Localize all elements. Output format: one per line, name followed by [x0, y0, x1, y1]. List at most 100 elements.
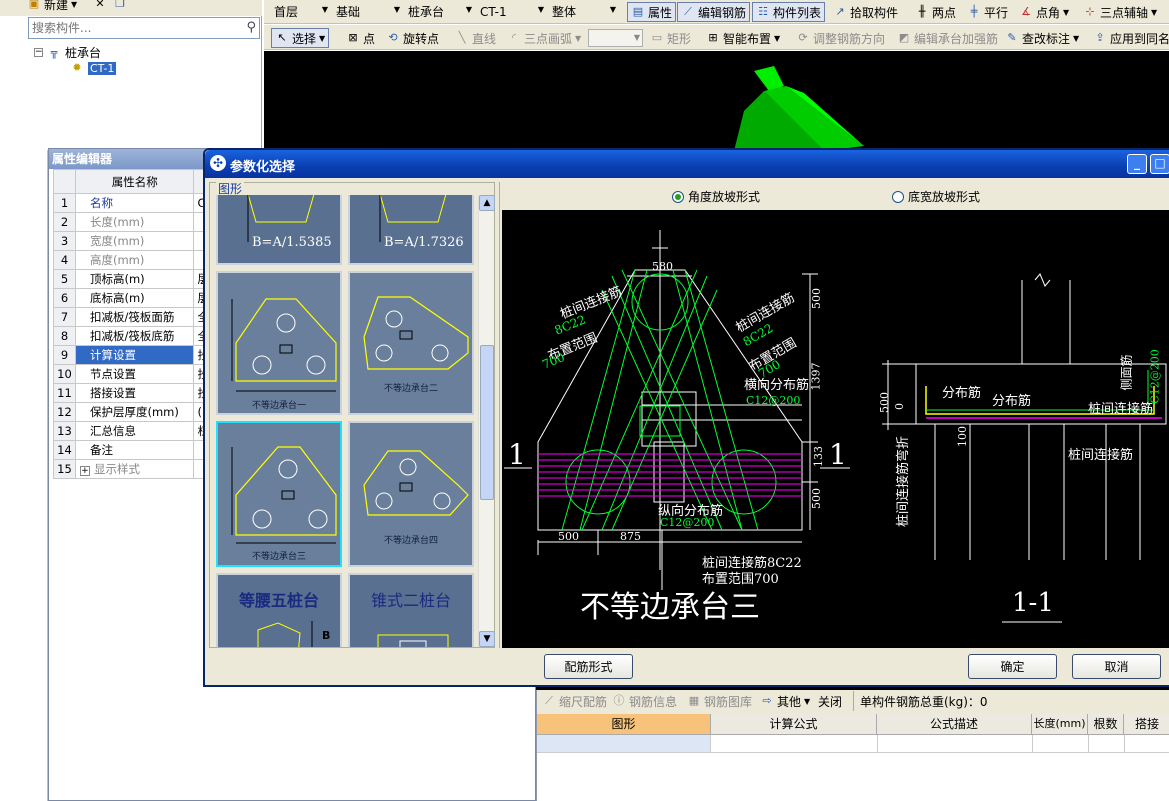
- collapse-icon[interactable]: −: [34, 48, 43, 57]
- property-row[interactable]: 1 名称 C: [53, 193, 213, 213]
- copy-button[interactable]: ❐: [110, 0, 130, 12]
- dim-500-horizontal: 500: [558, 530, 579, 543]
- edit-rebar-button[interactable]: ⟋ 编辑钢筋: [677, 2, 751, 22]
- row-number: 10: [53, 364, 76, 384]
- category-select[interactable]: 基础 ▼: [332, 2, 402, 21]
- rect-button[interactable]: ▭ 矩形: [647, 28, 694, 48]
- point-angle-button[interactable]: ∡ 点角 ▼: [1016, 2, 1072, 22]
- component-select[interactable]: CT-1 ▼: [476, 2, 546, 21]
- thumbnail-scrollbar[interactable]: ▲ ▼: [478, 195, 495, 647]
- three-point-aux-button[interactable]: ⊹ 三点辅轴 ▼: [1080, 2, 1160, 22]
- properties-button[interactable]: ▤ 属性: [627, 2, 677, 22]
- search-icon[interactable]: ⚲: [246, 20, 256, 35]
- axis-icon: ╫: [918, 5, 926, 18]
- property-row[interactable]: 12 保护层厚度(mm)(: [53, 402, 213, 422]
- scroll-thumb[interactable]: [480, 345, 494, 500]
- type-select[interactable]: 桩承台 ▼: [404, 2, 474, 21]
- property-row[interactable]: 10节点设置抄: [53, 364, 213, 384]
- cancel-button[interactable]: 取消: [1072, 654, 1161, 679]
- line-button[interactable]: ╲ 直线: [452, 28, 499, 48]
- check-label-button[interactable]: ✎ 查改标注 ▼: [1002, 28, 1082, 48]
- col-description: 公式描述: [877, 714, 1032, 734]
- adjust-rebar-dir-button[interactable]: ⟳ 调整钢筋方向: [793, 28, 888, 48]
- tree-child[interactable]: ✹ CT-1: [70, 61, 117, 75]
- shape-thumb-2[interactable]: B=A/1.7326: [348, 195, 474, 265]
- delete-button[interactable]: ✕: [90, 0, 110, 12]
- maximize-button[interactable]: □: [1150, 154, 1169, 174]
- property-row[interactable]: 15 + 显示样式: [53, 459, 213, 479]
- section-side-c12: C12@200: [1148, 349, 1162, 404]
- parallel-button[interactable]: ╪ 平行: [964, 2, 1011, 22]
- parallel-icon: ╪: [970, 5, 978, 18]
- rebar-table-row[interactable]: [537, 735, 1169, 753]
- property-row[interactable]: 6底标高(m)层: [53, 288, 213, 308]
- radio-width-slope[interactable]: 底宽放坡形式: [892, 188, 980, 205]
- shape-thumb-unequal-3[interactable]: 不等边承台三: [216, 421, 342, 567]
- point-icon: ⊠: [348, 31, 358, 44]
- property-row[interactable]: 8扣减板/筏板底筋全: [53, 326, 213, 346]
- property-row[interactable]: 9计算设置抄: [53, 345, 213, 365]
- other-button[interactable]: ⇨ 其他 ▼: [757, 691, 813, 711]
- shape-thumb-unequal-1[interactable]: 不等边承台一: [216, 271, 342, 415]
- pick-component-button[interactable]: ↗ 拾取构件: [830, 2, 901, 22]
- row-number: 8: [53, 326, 76, 346]
- rebar-library-button[interactable]: ▦ 钢筋图库: [684, 691, 755, 711]
- cursor-icon: ↖: [277, 31, 287, 44]
- property-name: 顶标高(m): [74, 269, 195, 289]
- property-row[interactable]: 5顶标高(m)层: [53, 269, 213, 289]
- expand-icon[interactable]: +: [79, 466, 90, 476]
- property-row[interactable]: 7扣减板/筏板面筋全: [53, 307, 213, 327]
- rotate-icon: ⟲: [388, 31, 398, 44]
- two-points-button[interactable]: ╫ 两点: [912, 2, 959, 22]
- viewport-3d[interactable]: [264, 51, 1169, 151]
- radio-angle-slope[interactable]: 角度放坡形式: [672, 188, 760, 205]
- shape-thumb-1[interactable]: B=A/1.5385: [216, 195, 342, 265]
- property-row[interactable]: 14 备注: [53, 440, 213, 460]
- close-button[interactable]: 关闭: [815, 691, 845, 711]
- edit-reinforce-button[interactable]: ◩ 编辑承台加强筋: [894, 28, 1001, 48]
- smart-layout-button[interactable]: ⊞ 智能布置 ▼: [703, 28, 783, 48]
- rebar-info-button[interactable]: ⓘ 钢筋信息: [609, 691, 680, 711]
- property-name: 搭接设置: [74, 383, 195, 403]
- rebar-form-button[interactable]: 配筋形式: [544, 654, 633, 679]
- property-row[interactable]: 2 长度(mm): [53, 212, 213, 232]
- ok-button[interactable]: 确定: [968, 654, 1057, 679]
- rebar-table-header: 图形 计算公式 公式描述 长度(mm) 根数 搭接: [537, 714, 1169, 735]
- scroll-down-button[interactable]: ▼: [479, 631, 495, 647]
- shape-thumb-unequal-2[interactable]: 不等边承台二: [348, 271, 474, 415]
- property-row[interactable]: 4 高度(mm): [53, 250, 213, 270]
- search-input[interactable]: [29, 18, 234, 38]
- property-row[interactable]: 11搭接设置抄: [53, 383, 213, 403]
- rotate-point-button[interactable]: ⟲ 旋转点: [383, 28, 442, 48]
- new-button[interactable]: ▣ 新建 ▼: [24, 0, 80, 12]
- floor-select[interactable]: 首层 ▼: [270, 2, 330, 21]
- shape-thumb-cone-2[interactable]: 锥式二桩台: [348, 573, 474, 647]
- property-row[interactable]: 3 宽度(mm): [53, 231, 213, 251]
- label-c12-vertical: C12@200: [660, 516, 715, 529]
- col-length: 长度(mm): [1032, 714, 1088, 734]
- minimize-icon: _: [1134, 156, 1140, 170]
- apply-same-button[interactable]: ⇪ 应用到同名: [1090, 28, 1169, 48]
- scope-select[interactable]: 整体 ▼: [548, 2, 618, 21]
- shape-combo[interactable]: ▼: [588, 29, 643, 47]
- col-shape: 图形: [537, 714, 711, 734]
- component-list-button[interactable]: ☷ 构件列表: [752, 2, 826, 22]
- minimize-button[interactable]: _: [1127, 154, 1147, 174]
- scroll-up-button[interactable]: ▲: [479, 195, 495, 211]
- section-side-rebar: 侧面筋: [1119, 354, 1134, 391]
- tree-root[interactable]: − ╦ 桩承台: [34, 44, 101, 61]
- point-button[interactable]: ⊠ 点: [343, 28, 378, 48]
- shape-thumb-isosceles-5[interactable]: 等腰五桩台 B: [216, 573, 342, 647]
- dim-500-top: 500: [810, 288, 823, 309]
- arc-button[interactable]: ◜ 三点画弧 ▼: [504, 28, 584, 48]
- property-row[interactable]: 13汇总信息杠: [53, 421, 213, 441]
- row-number: 7: [53, 307, 76, 327]
- library-icon: ▦: [688, 694, 700, 707]
- reinforce-icon: ◩: [898, 31, 910, 44]
- select-button[interactable]: ↖ 选择 ▼: [271, 28, 330, 48]
- scale-rebar-button[interactable]: ⟋ 缩尺配筋: [539, 691, 610, 711]
- cad-drawing: 1 1 不等边承台三 1-1 580 500 1397 133 500 500 …: [502, 210, 1169, 648]
- col-lap: 搭接: [1134, 717, 1159, 731]
- property-table: 属性名称 1名称C2长度(mm)3宽度(mm)4高度(mm)5顶标高(m)层6底…: [53, 169, 213, 479]
- shape-thumb-unequal-4[interactable]: 不等边承台四: [348, 421, 474, 567]
